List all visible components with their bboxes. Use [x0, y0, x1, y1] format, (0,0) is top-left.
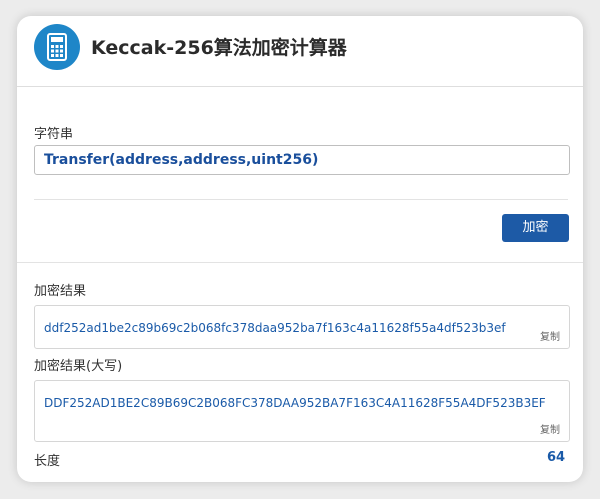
- length-value: 64: [547, 450, 566, 465]
- result-upper-label: 加密结果(大写): [34, 359, 123, 374]
- card-header: Keccak-256算法加密计算器: [17, 16, 583, 87]
- string-input-value: Transfer(address,address,uint256): [44, 152, 319, 168]
- result-label: 加密结果: [34, 284, 87, 299]
- calculator-icon: [34, 24, 80, 70]
- copy-result-upper-button[interactable]: 复制: [540, 421, 560, 436]
- copy-result-button[interactable]: 复制: [540, 328, 560, 343]
- divider: [17, 262, 583, 263]
- divider: [34, 199, 568, 200]
- encrypt-button[interactable]: 加密: [502, 214, 569, 242]
- result-upper-box: DDF252AD1BE2C89B69C2B068FC378DAA952BA7F1…: [34, 380, 570, 442]
- result-value: ddf252ad1be2c89b69c2b068fc378daa952ba7f1…: [44, 321, 506, 335]
- page-title: Keccak-256算法加密计算器: [91, 37, 347, 59]
- result-upper-value: DDF252AD1BE2C89B69C2B068FC378DAA952BA7F1…: [44, 396, 546, 410]
- result-box: ddf252ad1be2c89b69c2b068fc378daa952ba7f1…: [34, 305, 570, 349]
- length-label: 长度: [34, 454, 61, 469]
- input-label: 字符串: [34, 127, 74, 142]
- string-input[interactable]: Transfer(address,address,uint256): [34, 145, 570, 175]
- calculator-card: Keccak-256算法加密计算器 字符串 Transfer(address,a…: [17, 16, 583, 482]
